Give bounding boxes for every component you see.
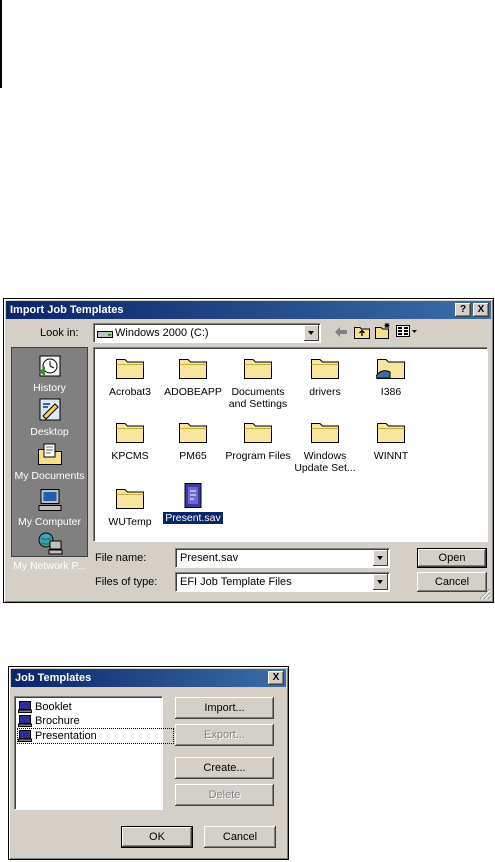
file-name-label: File name:: [95, 552, 147, 564]
close-button[interactable]: X: [473, 303, 489, 317]
list-item-folder[interactable]: WINNT: [356, 418, 426, 462]
up-one-level-icon[interactable]: [354, 324, 370, 339]
help-button[interactable]: ?: [455, 303, 471, 317]
page-edge-line: [0, 0, 2, 88]
places-item-history[interactable]: History: [12, 354, 87, 394]
list-item-folder[interactable]: PM65: [158, 418, 228, 462]
folder-icon: [244, 359, 272, 379]
places-item-my-computer[interactable]: My Computer: [12, 488, 87, 528]
ok-button[interactable]: OK: [121, 826, 193, 848]
list-item-folder[interactable]: ADOBEAPP: [158, 354, 228, 398]
template-icon: [18, 715, 32, 727]
import-button[interactable]: Import...: [175, 697, 274, 719]
templates-list[interactable]: Booklet Brochure Presentation: [14, 696, 174, 810]
places-item-desktop[interactable]: Desktop: [12, 398, 87, 438]
look-in-dropdown-arrow[interactable]: [304, 325, 319, 341]
list-item-folder[interactable]: WUTemp: [95, 484, 165, 528]
cancel-button[interactable]: Cancel: [417, 572, 487, 592]
list-item-folder[interactable]: I386: [356, 354, 426, 398]
create-button[interactable]: Create...: [175, 757, 274, 779]
look-in-label: Look in:: [40, 327, 79, 339]
back-arrow-icon[interactable]: [334, 326, 348, 338]
my-documents-icon: [37, 443, 62, 465]
list-item-folder[interactable]: drivers: [290, 354, 360, 398]
look-in-combo[interactable]: Windows 2000 (C:): [93, 323, 321, 343]
file-name-dropdown-arrow[interactable]: [373, 550, 388, 566]
files-of-type-combo[interactable]: EFI Job Template Files: [175, 572, 390, 592]
list-item-folder[interactable]: Acrobat3: [95, 354, 165, 398]
resize-grip-icon[interactable]: [479, 588, 491, 600]
list-item-folder[interactable]: Documents and Settings: [223, 354, 293, 410]
shared-folder-icon: [376, 359, 405, 379]
history-icon: [38, 355, 60, 377]
import-dialog-title: Import Job Templates: [10, 304, 124, 316]
list-item-presentation[interactable]: Presentation: [17, 728, 174, 744]
desktop-icon: [39, 398, 60, 421]
export-button[interactable]: Export...: [175, 724, 274, 746]
places-bar: History Desktop My Documents My Computer: [11, 347, 88, 572]
list-item-booklet[interactable]: Booklet: [18, 700, 72, 714]
template-icon: [18, 701, 32, 713]
list-item-folder[interactable]: Windows Update Set...: [290, 418, 360, 474]
open-button[interactable]: Open: [417, 548, 487, 568]
file-name-combo[interactable]: Present.sav: [175, 548, 390, 568]
folder-icon: [116, 423, 144, 443]
my-network-places-icon: [38, 532, 62, 555]
folder-icon: [311, 359, 339, 379]
templates-dialog-titlebar: Job Templates X: [11, 669, 286, 687]
template-icon: [18, 730, 32, 742]
cancel-button[interactable]: Cancel: [204, 826, 276, 848]
folder-icon: [377, 423, 405, 443]
list-item-brochure[interactable]: Brochure: [18, 714, 80, 728]
delete-button[interactable]: Delete: [175, 784, 274, 806]
view-menu-icon[interactable]: [396, 325, 418, 338]
templates-dialog-title: Job Templates: [15, 672, 92, 684]
close-button[interactable]: X: [268, 671, 284, 685]
list-item-file-selected[interactable]: Present.sav: [158, 482, 228, 524]
folder-icon: [116, 489, 144, 509]
folder-icon: [244, 423, 272, 443]
places-item-my-documents[interactable]: My Documents: [12, 442, 87, 482]
template-file-icon: [184, 483, 202, 508]
folder-icon: [179, 423, 207, 443]
drive-icon: [97, 331, 113, 338]
files-of-type-dropdown-arrow[interactable]: [373, 574, 388, 590]
list-item-folder[interactable]: Program Files: [223, 418, 293, 462]
files-of-type-label: Files of type:: [95, 576, 158, 588]
list-item-folder[interactable]: KPCMS: [95, 418, 165, 462]
folder-icon: [179, 359, 207, 379]
import-dialog-titlebar: Import Job Templates ? X: [6, 301, 491, 319]
my-computer-icon: [38, 489, 61, 511]
folder-icon: [311, 423, 339, 443]
folder-icon: [116, 359, 144, 379]
places-item-my-network-places[interactable]: My Network P...: [12, 532, 87, 572]
file-list[interactable]: Acrobat3 ADOBEAPP Documents and Settings…: [93, 347, 488, 542]
create-new-folder-icon[interactable]: [375, 322, 392, 339]
